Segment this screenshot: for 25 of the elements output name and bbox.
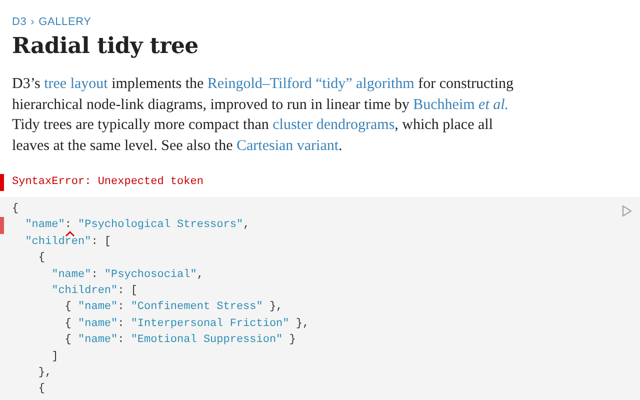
text-link[interactable]: Cartesian variant bbox=[236, 138, 339, 154]
code-line: "children": [ bbox=[24, 234, 112, 250]
page-title: Radial tidy tree bbox=[12, 32, 200, 61]
code-line: "name": "Psychological Stressors", bbox=[0, 217, 250, 234]
breadcrumb-separator: › bbox=[30, 16, 35, 28]
code-line: "children": [ bbox=[50, 284, 138, 299]
code-line: "name": "Psychosocial", bbox=[50, 268, 204, 283]
breadcrumb-link[interactable]: D3 bbox=[12, 16, 27, 28]
error-message: SyntaxError: Unexpected token bbox=[0, 174, 204, 191]
code-line: { "name": "Interpersonal Friction" }, bbox=[64, 316, 310, 332]
code-line: { bbox=[11, 202, 19, 217]
text-link[interactable]: Reingold–Tilford “tidy” algorithm bbox=[207, 76, 414, 92]
text-link[interactable]: Buchheim et al. bbox=[413, 96, 509, 112]
breadcrumb-link[interactable]: GALLERY bbox=[38, 16, 92, 28]
code-line: { "name": "Confinement Stress" }, bbox=[64, 300, 283, 316]
text-link[interactable]: cluster dendrograms bbox=[272, 117, 395, 133]
text-link[interactable]: tree layout bbox=[44, 76, 108, 92]
code-line: { "name": "Emotional Suppression" } bbox=[64, 333, 296, 348]
code-editor[interactable] bbox=[0, 197, 640, 400]
code-line: }, bbox=[37, 366, 52, 381]
intro-paragraph: D3’s tree layout implements the Reingold–Tilford “tidy” algorithm for constructing hierarchical node-link diagrams, improved to run in linear time by Buchheim et al. Tidy trees are typically more compact than cluster dendrograms, which place all leaves at the same level. See also the Cartesian variant. bbox=[12, 75, 514, 156]
code-line: { bbox=[37, 382, 46, 398]
code-line: { bbox=[37, 251, 46, 266]
run-icon[interactable] bbox=[622, 205, 632, 217]
code-line: ] bbox=[50, 350, 58, 365]
